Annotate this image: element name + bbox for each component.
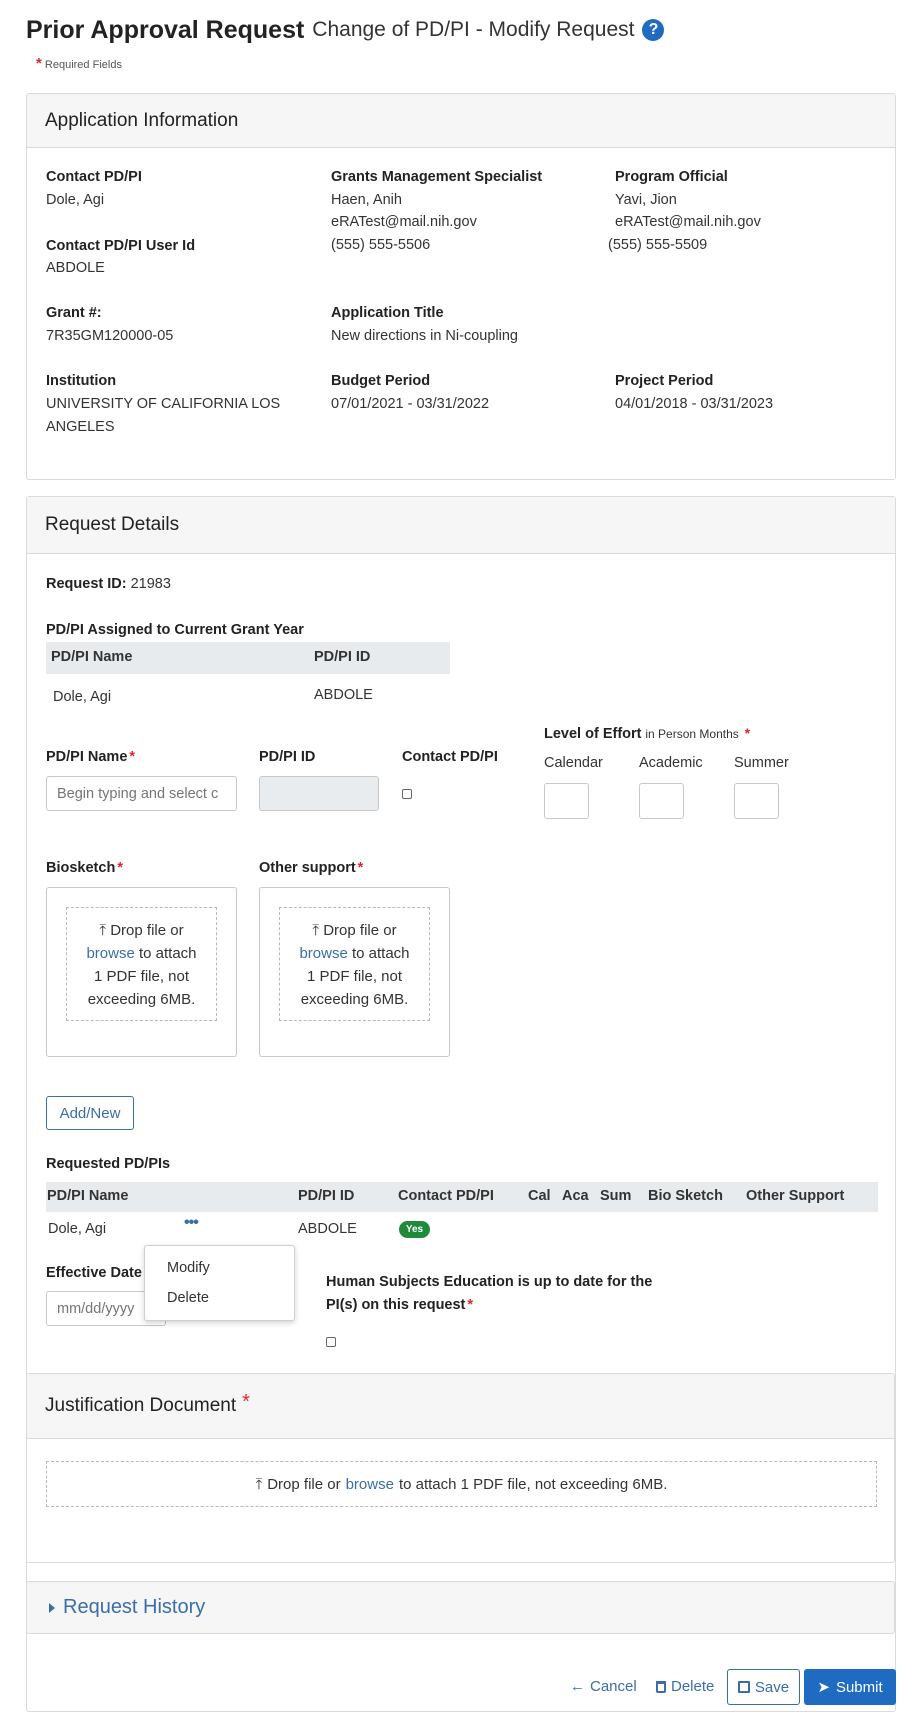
delete-button[interactable]: Delete	[656, 1678, 714, 1695]
app-title-label: Application Title	[331, 305, 444, 321]
project-value: 04/01/2018 - 03/31/2023	[615, 396, 774, 412]
add-new-button[interactable]: Add/New	[46, 1096, 134, 1130]
contact-pdpi-value: Dole, Agi	[46, 192, 105, 208]
row-actions-icon[interactable]: •••	[184, 1214, 199, 1232]
gms-phone: (555) 555-5506	[331, 237, 431, 253]
justification-heading: Justification Document *	[27, 1374, 894, 1439]
request-id: Request ID: 21983	[46, 576, 171, 592]
pdpi-name-label: PD/PI Name *	[46, 749, 136, 765]
trash-icon	[656, 1680, 666, 1693]
req-col-sum: Sum	[600, 1188, 632, 1204]
page-title: Prior Approval Request	[26, 15, 305, 44]
calendar-label: Calendar	[544, 755, 603, 771]
requested-row-id: ABDOLE	[298, 1221, 357, 1237]
po-label: Program Official	[615, 169, 728, 185]
application-info-panel: Application Information	[26, 93, 896, 480]
grant-label: Grant #:	[46, 305, 102, 321]
effort-label: Level of Effort in Person Months *	[544, 725, 751, 742]
contact-pdpi-label: Contact PD/PI	[46, 169, 142, 185]
justification-required-asterisk: *	[242, 1390, 250, 1413]
app-title-value: New directions in Ni-coupling	[331, 328, 518, 344]
po-email: eRATest@mail.nih.gov	[615, 214, 761, 230]
req-col-biosketch: Bio Sketch	[648, 1188, 723, 1204]
summer-input[interactable]	[734, 783, 779, 819]
upload-icon: ⤒	[99, 922, 107, 939]
summer-label: Summer	[734, 755, 789, 771]
other-support-dropzone[interactable]: ⤒ Drop file or browse to attach 1 PDF fi…	[279, 907, 430, 1021]
request-id-value: 21983	[130, 576, 171, 592]
hse-checkbox[interactable]	[326, 1337, 336, 1347]
assigned-row-name: Dole, Agi	[53, 689, 112, 705]
menu-item-delete[interactable]: Delete	[167, 1290, 209, 1306]
biosketch-browse-link[interactable]: browse	[86, 945, 134, 962]
save-button[interactable]: Save	[727, 1669, 800, 1705]
request-details-heading: Request Details	[27, 497, 895, 554]
application-info-heading: Application Information	[27, 94, 895, 148]
contact-pdpi-col-label: Contact PD/PI	[402, 749, 498, 765]
academic-label: Academic	[639, 755, 703, 771]
menu-item-modify[interactable]: Modify	[167, 1260, 210, 1276]
other-support-label: Other support *	[259, 860, 364, 876]
contact-user-label: Contact PD/PI User Id	[46, 238, 196, 254]
budget-value: 07/01/2021 - 03/31/2022	[331, 396, 490, 412]
pdpi-id-field	[259, 776, 379, 811]
pdpi-name-input[interactable]	[46, 776, 237, 811]
justification-dropzone[interactable]: ⤒ Drop file or browse to attach 1 PDF fi…	[46, 1461, 877, 1507]
save-icon	[737, 1681, 750, 1693]
contact-yes-badge: Yes	[399, 1221, 430, 1238]
upload-icon: ⤒	[312, 922, 320, 939]
assigned-col-id: PD/PI ID	[314, 649, 371, 665]
academic-input[interactable]	[639, 783, 684, 819]
justification-browse-link[interactable]: browse	[346, 1473, 394, 1496]
request-history-panel[interactable]: Request History	[26, 1581, 895, 1634]
pdpi-id-label: PD/PI ID	[259, 749, 316, 765]
contact-user-value: ABDOLE	[46, 260, 105, 276]
assigned-col-name: PD/PI Name	[51, 649, 133, 665]
help-icon[interactable]: ?	[642, 19, 665, 41]
requested-row-name: Dole, Agi	[48, 1221, 107, 1237]
req-col-cal: Cal	[528, 1188, 551, 1204]
paper-plane-icon: ➤	[817, 1679, 830, 1696]
req-col-name: PD/PI Name	[47, 1188, 129, 1204]
other-support-browse-link[interactable]: browse	[299, 945, 347, 962]
calendar-input[interactable]	[544, 783, 589, 819]
assigned-table-label: PD/PI Assigned to Current Grant Year	[46, 622, 304, 638]
requested-table-header: PD/PI Name PD/PI ID Contact PD/PI Cal Ac…	[46, 1182, 878, 1212]
cancel-button[interactable]: ← Cancel	[570, 1678, 637, 1695]
required-asterisk: *	[36, 55, 42, 72]
budget-label: Budget Period	[331, 373, 431, 389]
request-history-heading[interactable]: Request History	[63, 1596, 205, 1619]
req-col-aca: Aca	[562, 1188, 589, 1204]
page-subtitle: Change of PD/PI - Modify Request	[312, 18, 635, 41]
gms-email: eRATest@mail.nih.gov	[331, 214, 477, 230]
hse-label-line2: PI(s) on this request *	[326, 1297, 474, 1313]
requested-table-label: Requested PD/PIs	[46, 1156, 171, 1172]
arrow-left-icon: ←	[570, 1678, 585, 1695]
req-col-contact: Contact PD/PI	[398, 1188, 494, 1204]
project-label: Project Period	[615, 373, 714, 389]
contact-pdpi-checkbox[interactable]	[402, 789, 412, 799]
institution-label: Institution	[46, 373, 117, 389]
caret-right-icon	[49, 1602, 55, 1613]
biosketch-label: Biosketch *	[46, 860, 123, 876]
effective-date-label: Effective Date	[46, 1265, 142, 1281]
upload-icon: ⤒	[255, 1475, 263, 1493]
po-name: Yavi, Jion	[615, 192, 677, 208]
required-note: * Required Fields	[36, 55, 122, 72]
assigned-table-header: PD/PI Name PD/PI ID	[46, 642, 450, 674]
submit-button[interactable]: ➤ Submit	[804, 1669, 896, 1705]
institution-value-line1: UNIVERSITY OF CALIFORNIA LOS	[46, 396, 281, 412]
page-header: Prior Approval Request Change of PD/PI -…	[26, 10, 886, 50]
hse-label-line1: Human Subjects Education is up to date f…	[326, 1274, 653, 1290]
req-col-other-support: Other Support	[746, 1188, 845, 1204]
institution-value-line2: ANGELES	[46, 419, 115, 435]
row-actions-menu: Modify Delete	[144, 1245, 295, 1321]
biosketch-dropzone[interactable]: ⤒ Drop file or browse to attach 1 PDF fi…	[66, 907, 217, 1021]
gms-name: Haen, Anih	[331, 192, 402, 208]
req-col-id: PD/PI ID	[298, 1188, 355, 1204]
po-phone: (555) 555-5509	[608, 237, 708, 253]
gms-label: Grants Management Specialist	[331, 169, 543, 185]
assigned-row-id: ABDOLE	[314, 687, 373, 703]
grant-value: 7R35GM120000-05	[46, 328, 174, 344]
